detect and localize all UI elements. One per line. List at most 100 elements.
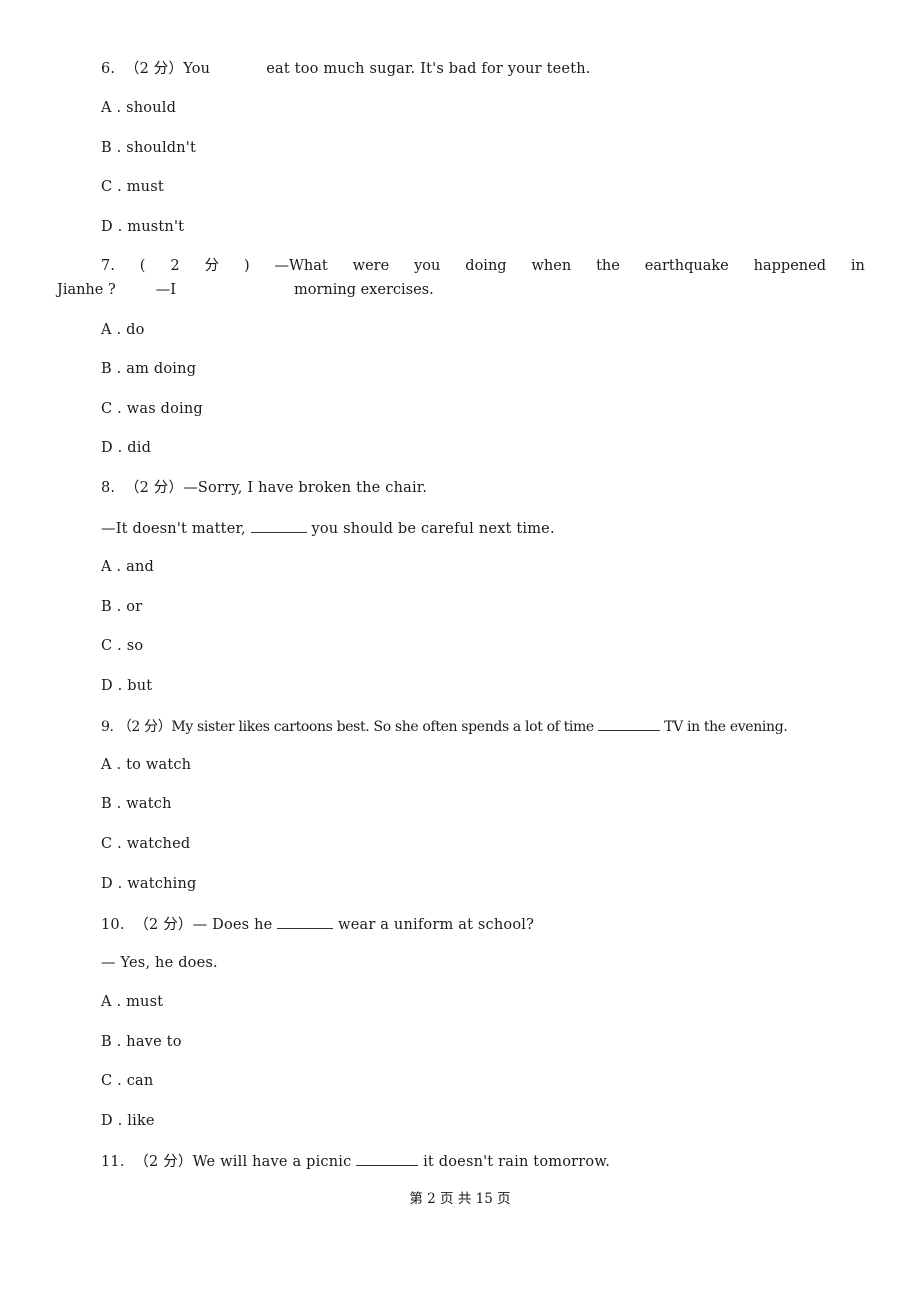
- question-8-option-a[interactable]: A . and: [101, 558, 154, 576]
- stem-word: were: [352, 258, 390, 274]
- option-text: must: [126, 994, 164, 1010]
- option-text: mustn't: [127, 219, 185, 235]
- stem-word: when: [531, 258, 572, 274]
- option-text: but: [127, 678, 153, 694]
- option-text: to watch: [126, 757, 192, 773]
- question-number: 10.: [101, 917, 125, 933]
- question-10-stem-line2: — Yes, he does.: [101, 954, 218, 972]
- option-letter: B .: [101, 361, 122, 377]
- stem-word: —What: [274, 258, 328, 274]
- option-text: so: [126, 638, 144, 654]
- question-number: 6.: [101, 61, 116, 77]
- option-text: do: [126, 322, 145, 338]
- option-text: have to: [126, 1034, 182, 1050]
- option-letter: D .: [101, 678, 123, 694]
- option-letter: C .: [101, 401, 122, 417]
- option-text: did: [127, 440, 152, 456]
- answer-blank[interactable]: [277, 914, 334, 929]
- question-8-option-c[interactable]: C . so: [101, 637, 143, 655]
- option-letter: B .: [101, 1034, 122, 1050]
- question-7-option-d[interactable]: D . did: [101, 439, 151, 457]
- stem-word: you: [414, 258, 441, 274]
- answer-blank[interactable]: [356, 1151, 419, 1166]
- option-text: watched: [126, 836, 191, 852]
- option-letter: D .: [101, 1113, 123, 1129]
- stem-word: happened: [753, 258, 826, 274]
- option-text: watch: [126, 796, 172, 812]
- stem-text: —Sorry, I have broken the chair.: [183, 480, 428, 496]
- question-6-option-a[interactable]: A . should: [101, 99, 176, 117]
- question-number: 8.: [101, 480, 116, 496]
- question-6-option-b[interactable]: B . shouldn't: [101, 139, 196, 157]
- option-letter: C .: [101, 1073, 122, 1089]
- question-7-stem-line1: 7. ( 2 分 ) —What were you doing when the…: [101, 257, 865, 275]
- stem-text: wear a uniform at school?: [338, 917, 535, 933]
- question-7-stem-line2: Jianhe ? —I morning exercises.: [57, 281, 434, 299]
- option-letter: A .: [101, 322, 122, 338]
- question-7-option-b[interactable]: B . am doing: [101, 360, 196, 378]
- option-letter: A .: [101, 559, 122, 575]
- question-10-option-a[interactable]: A . must: [101, 993, 163, 1011]
- option-letter: D .: [101, 219, 123, 235]
- stem-text: TV in the evening.: [664, 719, 788, 735]
- question-score: （2 分）: [134, 1154, 193, 1170]
- option-text: watching: [127, 876, 197, 892]
- score-paren: ): [243, 258, 250, 274]
- answer-blank[interactable]: [250, 518, 307, 533]
- question-8-stem-line2: —It doesn't matter, you should be carefu…: [101, 518, 555, 538]
- stem-text: You: [183, 61, 211, 77]
- stem-word: earthquake: [644, 258, 729, 274]
- stem-word: in: [850, 258, 865, 274]
- option-text: was doing: [126, 401, 203, 417]
- stem-text: it doesn't rain tomorrow.: [423, 1154, 611, 1170]
- option-letter: D .: [101, 876, 123, 892]
- page-footer: 第 2 页 共 15 页: [409, 1191, 511, 1207]
- question-11-stem: 11. （2 分）We will have a picnic it doesn'…: [101, 1151, 610, 1171]
- option-letter: B .: [101, 599, 122, 615]
- option-text: shouldn't: [126, 140, 197, 156]
- option-letter: B .: [101, 796, 122, 812]
- question-8-option-b[interactable]: B . or: [101, 598, 142, 616]
- option-letter: C .: [101, 638, 122, 654]
- stem-text: My sister likes cartoons best. So she of…: [171, 719, 594, 735]
- option-letter: D .: [101, 440, 123, 456]
- stem-word: the: [596, 258, 620, 274]
- answer-blank[interactable]: [597, 716, 660, 731]
- question-10-option-b[interactable]: B . have to: [101, 1033, 182, 1051]
- question-score: （2 分）: [124, 61, 184, 77]
- option-text: must: [126, 179, 164, 195]
- question-7-option-c[interactable]: C . was doing: [101, 400, 203, 418]
- option-text: can: [126, 1073, 154, 1089]
- option-letter: C .: [101, 179, 122, 195]
- option-text: and: [126, 559, 154, 575]
- question-9-option-c[interactable]: C . watched: [101, 835, 190, 853]
- stem-text: We will have a picnic: [192, 1154, 352, 1170]
- question-9-option-d[interactable]: D . watching: [101, 875, 196, 893]
- option-letter: B .: [101, 140, 122, 156]
- stem-text: Jianhe ?: [57, 282, 116, 298]
- stem-text: you should be careful next time.: [311, 521, 555, 537]
- question-number: 11.: [101, 1154, 125, 1170]
- stem-text: — Does he: [192, 917, 273, 933]
- question-8-stem-line1: 8. （2 分）—Sorry, I have broken the chair.: [101, 479, 427, 497]
- option-letter: A .: [101, 757, 122, 773]
- option-text: like: [127, 1113, 155, 1129]
- option-text: or: [126, 599, 143, 615]
- question-10-option-c[interactable]: C . can: [101, 1072, 153, 1090]
- question-9-option-b[interactable]: B . watch: [101, 795, 172, 813]
- score-unit: 分: [204, 258, 220, 274]
- question-6-option-d[interactable]: D . mustn't: [101, 218, 184, 236]
- question-9-stem: 9. （2 分）My sister likes cartoons best. S…: [101, 716, 788, 736]
- option-text: am doing: [126, 361, 197, 377]
- stem-text: — Yes, he does.: [101, 955, 218, 971]
- question-10-option-d[interactable]: D . like: [101, 1112, 155, 1130]
- stem-text: —It doesn't matter,: [101, 521, 246, 537]
- question-8-option-d[interactable]: D . but: [101, 677, 152, 695]
- question-9-option-a[interactable]: A . to watch: [101, 756, 191, 774]
- question-7-option-a[interactable]: A . do: [101, 321, 145, 339]
- question-score: （2 分）: [134, 917, 193, 933]
- option-letter: C .: [101, 836, 122, 852]
- score-paren: (: [139, 258, 146, 274]
- question-6-option-c[interactable]: C . must: [101, 178, 164, 196]
- option-letter: A .: [101, 100, 122, 116]
